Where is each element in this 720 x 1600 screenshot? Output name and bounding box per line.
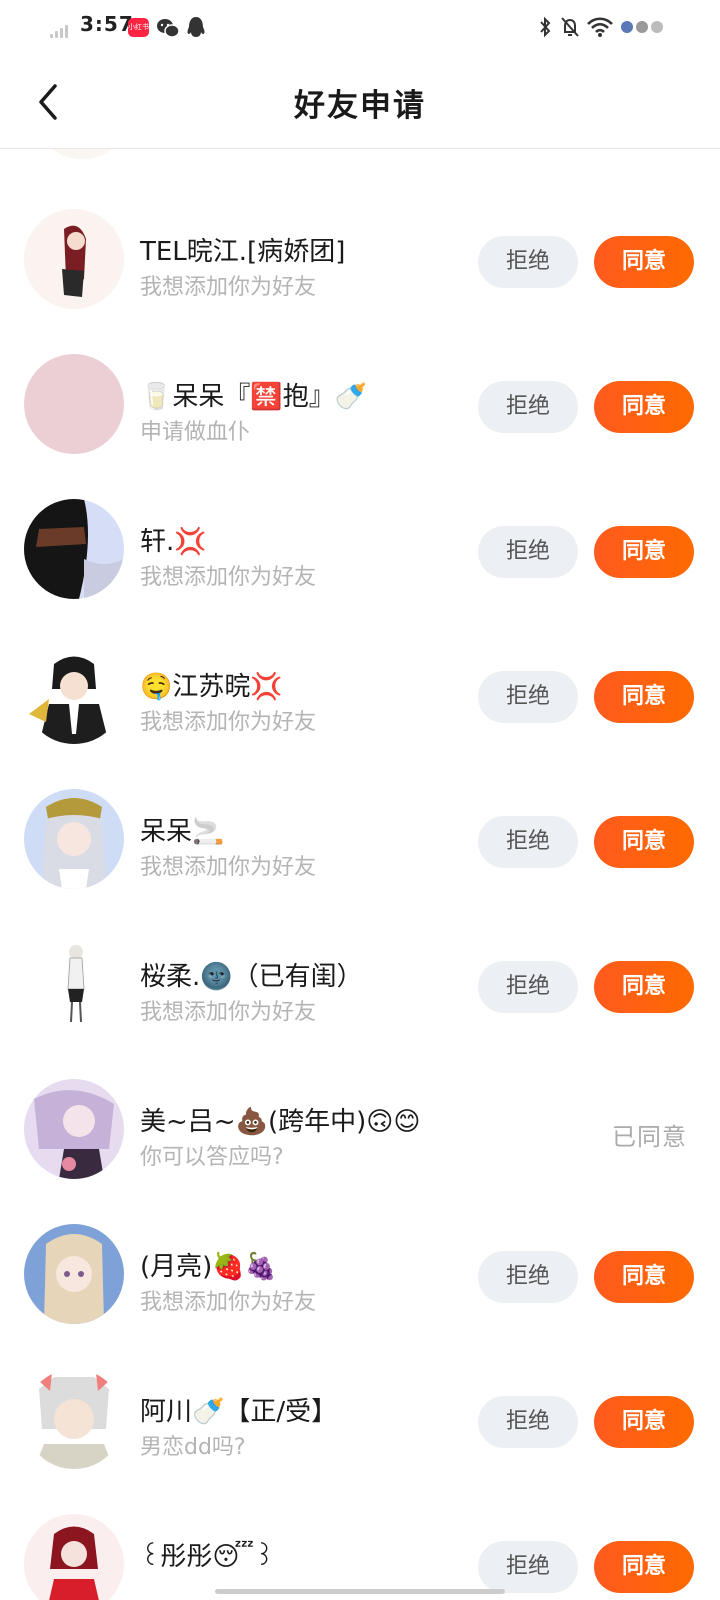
avatar[interactable] — [32, 149, 132, 159]
list-item: 阿川🍼【正/受】 男恋dd吗? 拒绝 同意 — [0, 1319, 720, 1469]
signal-icon — [50, 24, 72, 38]
avatar[interactable] — [24, 499, 124, 599]
request-name: 🤤江苏晥💢 — [140, 672, 283, 702]
list-item: 呆呆🚬 我想添加你为好友 拒绝 同意 — [0, 739, 720, 889]
list-item: 美~吕~💩(跨年中)🙃😊 你可以答应吗? 已同意 — [0, 1029, 720, 1179]
request-message: 我想添加你为好友 — [140, 565, 317, 590]
home-indicator[interactable] — [215, 1589, 505, 1594]
avatar[interactable] — [24, 209, 124, 309]
accept-button[interactable]: 同意 — [594, 1541, 694, 1593]
friend-requests-screen: 3:57 小红书 好友申请 TEL晥江.[病娇团] 我想添加你为好友 拒绝 同意… — [0, 0, 720, 1600]
wechat-icon — [157, 19, 180, 38]
list-item: ꒰彤彤😴꒱ 拒绝 同意 — [0, 1464, 720, 1600]
accepted-status: 已同意 — [612, 1123, 687, 1151]
list-item: TEL晥江.[病娇团] 我想添加你为好友 拒绝 同意 — [0, 159, 720, 309]
bluetooth-icon — [540, 16, 551, 38]
request-name: 🥛呆呆『🈲抱』🍼 — [140, 382, 368, 412]
avatar[interactable] — [24, 1369, 124, 1469]
reject-button[interactable]: 拒绝 — [478, 1396, 578, 1448]
reject-button[interactable]: 拒绝 — [478, 671, 578, 723]
status-dots-icon — [621, 21, 663, 33]
accept-button[interactable]: 同意 — [594, 816, 694, 868]
reject-button[interactable]: 拒绝 — [478, 1541, 578, 1593]
request-message: 你可以答应吗? — [140, 1145, 284, 1170]
list-item: (月亮)🍓🍇 我想添加你为好友 拒绝 同意 — [0, 1174, 720, 1324]
status-bar: 3:57 小红书 — [0, 0, 720, 56]
avatar[interactable] — [24, 1514, 124, 1600]
avatar[interactable] — [24, 934, 124, 1034]
accept-button[interactable]: 同意 — [594, 671, 694, 723]
accept-button[interactable]: 同意 — [594, 961, 694, 1013]
request-message: 申请做血仆 — [140, 420, 251, 445]
request-name: TEL晥江.[病娇团] — [140, 237, 346, 267]
avatar[interactable] — [24, 789, 124, 889]
reject-button[interactable]: 拒绝 — [478, 381, 578, 433]
reject-button[interactable]: 拒绝 — [478, 961, 578, 1013]
request-message: 男恋dd吗? — [140, 1435, 246, 1460]
request-name: (月亮)🍓🍇 — [140, 1252, 278, 1282]
avatar[interactable] — [24, 644, 124, 744]
xiaohongshu-app-icon: 小红书 — [128, 18, 149, 37]
avatar[interactable] — [24, 1079, 124, 1179]
avatar[interactable] — [24, 1224, 124, 1324]
header: 好友申请 — [0, 56, 720, 149]
page-title: 好友申请 — [294, 88, 426, 124]
accept-button[interactable]: 同意 — [594, 1396, 694, 1448]
request-name: 美~吕~💩(跨年中)🙃😊 — [140, 1107, 421, 1137]
accept-button[interactable]: 同意 — [594, 381, 694, 433]
request-name: 呆呆🚬 — [140, 817, 225, 847]
notifications-off-icon — [561, 17, 579, 37]
reject-button[interactable]: 拒绝 — [478, 236, 578, 288]
friend-request-list[interactable]: TEL晥江.[病娇团] 我想添加你为好友 拒绝 同意 🥛呆呆『🈲抱』🍼 申请做血… — [0, 149, 720, 1600]
request-message: 我想添加你为好友 — [140, 1000, 317, 1025]
request-message: 我想添加你为好友 — [140, 1290, 317, 1315]
reject-button[interactable]: 拒绝 — [478, 1251, 578, 1303]
accept-button[interactable]: 同意 — [594, 236, 694, 288]
list-item: 桜柔.🌚（已有闺） 我想添加你为好友 拒绝 同意 — [0, 884, 720, 1034]
reject-button[interactable]: 拒绝 — [478, 526, 578, 578]
qq-icon — [187, 17, 205, 37]
request-message: 我想添加你为好友 — [140, 855, 317, 880]
accept-button[interactable]: 同意 — [594, 1251, 694, 1303]
request-name: 阿川🍼【正/受】 — [140, 1397, 338, 1427]
wifi-icon — [587, 17, 613, 37]
avatar[interactable] — [24, 354, 124, 454]
request-name: ꒰彤彤😴꒱ — [140, 1542, 275, 1572]
accept-button[interactable]: 同意 — [594, 526, 694, 578]
request-name: 桜柔.🌚（已有闺） — [140, 962, 363, 992]
request-name: 轩.💢 — [140, 527, 207, 557]
request-message: 我想添加你为好友 — [140, 710, 317, 735]
list-item: 轩.💢 我想添加你为好友 拒绝 同意 — [0, 449, 720, 599]
reject-button[interactable]: 拒绝 — [478, 816, 578, 868]
list-item: 🥛呆呆『🈲抱』🍼 申请做血仆 拒绝 同意 — [0, 304, 720, 454]
list-item: 🤤江苏晥💢 我想添加你为好友 拒绝 同意 — [0, 594, 720, 744]
request-message: 我想添加你为好友 — [140, 275, 317, 300]
status-time: 3:57 — [80, 12, 134, 36]
